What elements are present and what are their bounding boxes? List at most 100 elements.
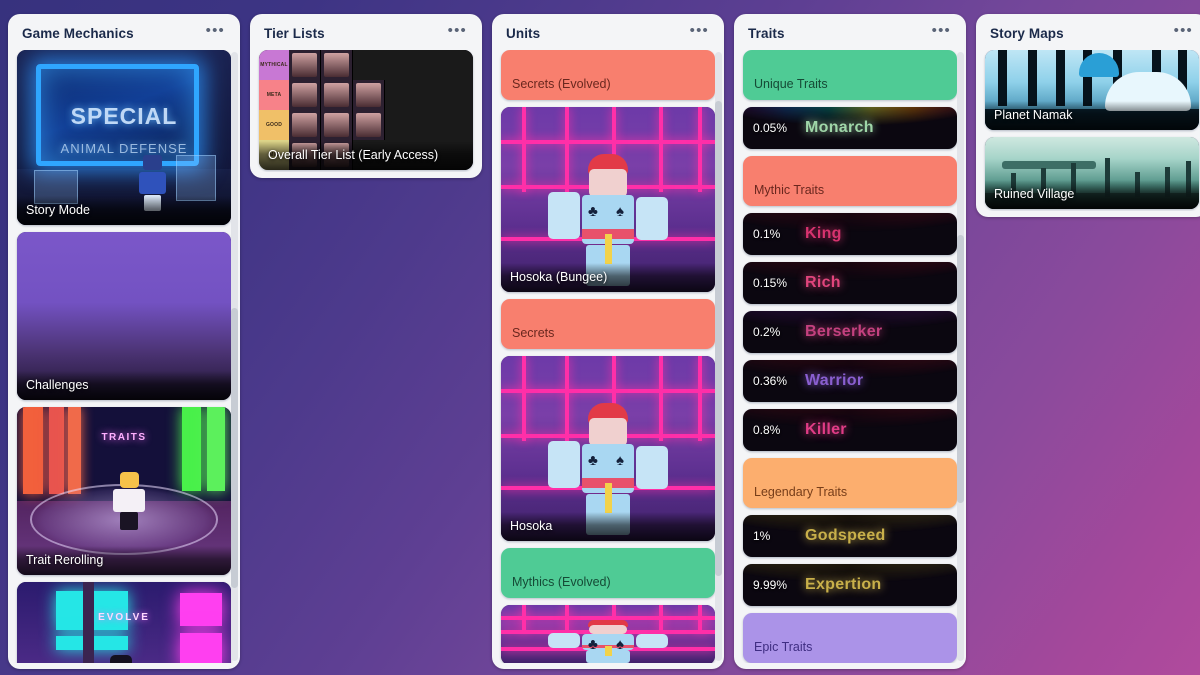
trait-percent: 0.2% xyxy=(753,325,781,339)
tier-row: META xyxy=(259,80,473,110)
board-column-tier-lists: Tier Lists ••• MYTHICALMETAGOODMIDOverall … xyxy=(250,14,482,178)
tier-row-label: META xyxy=(259,80,289,110)
trait-name: Killer xyxy=(805,421,847,438)
trait-percent: 0.36% xyxy=(753,374,788,388)
column-title: Game Mechanics xyxy=(22,25,134,41)
card-trait-monarch[interactable]: 0.05% Monarch xyxy=(743,107,957,149)
card-list: MYTHICALMETAGOODMIDOverall Tier List (Ea… xyxy=(259,50,473,170)
column-card-area: SPECIAL ANIMAL DEFENSE Story Mode Challenge… xyxy=(8,50,240,663)
trait-percent: 1% xyxy=(753,529,771,543)
card-planet-namak[interactable]: Planet Namak xyxy=(985,50,1199,130)
group-label: Secrets xyxy=(512,326,555,340)
column-scrollbar-thumb[interactable] xyxy=(715,100,722,576)
board-column-story-maps: Story Maps ••• Planet Namak Ruined Village xyxy=(976,14,1200,217)
board-column-traits: Traits ••• Unique Traits 0.05% Monarch Mythic… xyxy=(734,14,966,669)
column-title: Traits xyxy=(748,25,785,41)
card-story-mode[interactable]: SPECIAL ANIMAL DEFENSE Story Mode xyxy=(17,50,231,225)
tier-row-units xyxy=(289,50,473,80)
card-hosoka[interactable]: ♣ ♠ Hosoka xyxy=(501,356,715,541)
ellipsis-icon[interactable]: ••• xyxy=(687,23,712,41)
board-column-game-mechanics: Game Mechanics ••• SPECIAL ANIMAL DEFENSE St… xyxy=(8,14,240,669)
card-caption: Story Mode xyxy=(17,196,231,225)
card-group-mythics-evolved[interactable]: Mythics (Evolved) xyxy=(501,548,715,598)
card-trait-killer[interactable]: 0.8% Killer xyxy=(743,409,957,451)
trait-percent: 0.15% xyxy=(753,276,788,290)
trait-name: Expertion xyxy=(805,576,882,593)
card-group-unique-traits[interactable]: Unique Traits xyxy=(743,50,957,100)
tier-row-units xyxy=(289,110,473,140)
card-trait-king[interactable]: 0.1% King xyxy=(743,213,957,255)
card-group-mythic-traits[interactable]: Mythic Traits xyxy=(743,156,957,206)
column-scrollbar[interactable] xyxy=(715,52,722,661)
column-scrollbar-thumb[interactable] xyxy=(957,234,964,503)
card-list: Unique Traits 0.05% Monarch Mythic Traits 0.… xyxy=(743,50,957,663)
card-caption: Ruined Village xyxy=(985,180,1199,209)
tier-row-label: GOOD xyxy=(259,110,289,140)
tier-row-units xyxy=(289,80,473,110)
card-caption: Planet Namak xyxy=(985,101,1199,130)
card-media[interactable]: EVOLVE xyxy=(17,582,231,663)
trait-percent: 0.8% xyxy=(753,423,781,437)
board-column-units: Units ••• Secrets (Evolved) ♣ ♠ Hosoka (Bunge… xyxy=(492,14,724,669)
trait-name: Warrior xyxy=(805,372,864,389)
ellipsis-icon[interactable]: ••• xyxy=(203,23,228,41)
ellipsis-icon[interactable]: ••• xyxy=(445,23,470,41)
card-group-legendary-traits[interactable]: Legendary Traits xyxy=(743,458,957,508)
tier-row: MYTHICAL xyxy=(259,50,473,80)
column-title: Tier Lists xyxy=(264,25,325,41)
card-trait-godspeed[interactable]: 1% Godspeed xyxy=(743,515,957,557)
card-hosoka-bungee[interactable]: ♣ ♠ Hosoka (Bungee) xyxy=(501,107,715,292)
trait-name: Rich xyxy=(805,274,841,291)
card-ruined-village[interactable]: Ruined Village xyxy=(985,137,1199,209)
trait-percent: 0.1% xyxy=(753,227,781,241)
card-caption: Overall Tier List (Early Access) xyxy=(259,141,473,170)
ellipsis-icon[interactable]: ••• xyxy=(929,23,954,41)
ellipsis-icon[interactable]: ••• xyxy=(1171,23,1196,41)
hosoka-artwork: ♣ ♠ xyxy=(501,605,715,663)
column-title: Units xyxy=(506,25,541,41)
card-trait-expertion[interactable]: 9.99% Expertion xyxy=(743,564,957,606)
tier-row: GOOD xyxy=(259,110,473,140)
trait-name: Berserker xyxy=(805,323,883,340)
column-scrollbar[interactable] xyxy=(957,52,964,661)
column-card-area: Unique Traits 0.05% Monarch Mythic Traits 0.… xyxy=(734,50,966,663)
trait-name: Godspeed xyxy=(805,527,886,544)
column-scrollbar[interactable] xyxy=(231,52,238,661)
column-card-area: Planet Namak Ruined Village xyxy=(976,50,1200,211)
column-header: Story Maps ••• xyxy=(976,14,1200,50)
column-header: Tier Lists ••• xyxy=(250,14,482,50)
card-trait-rich[interactable]: 0.15% Rich xyxy=(743,262,957,304)
trait-name: Monarch xyxy=(805,119,874,136)
card-trait-rerolling[interactable]: TRAITS Trait Rerolling xyxy=(17,407,231,575)
trait-percent: 9.99% xyxy=(753,578,788,592)
trait-percent: 0.05% xyxy=(753,121,788,135)
group-label: Unique Traits xyxy=(754,77,828,91)
card-list: SPECIAL ANIMAL DEFENSE Story Mode Challenge… xyxy=(17,50,231,663)
trait-name: King xyxy=(805,225,842,242)
card-trait-warrior[interactable]: 0.36% Warrior xyxy=(743,360,957,402)
column-scrollbar-thumb[interactable] xyxy=(231,307,238,588)
card-group-epic-traits[interactable]: Epic Traits xyxy=(743,613,957,663)
column-title: Story Maps xyxy=(990,25,1064,41)
card-group-secrets-evolved[interactable]: Secrets (Evolved) xyxy=(501,50,715,100)
column-header: Game Mechanics ••• xyxy=(8,14,240,50)
card-trait-berserker[interactable]: 0.2% Berserker xyxy=(743,311,957,353)
column-header: Traits ••• xyxy=(734,14,966,50)
card-media[interactable]: ♣ ♠ xyxy=(501,605,715,663)
evolve-artwork: EVOLVE xyxy=(17,582,231,663)
group-label: Mythics (Evolved) xyxy=(512,575,611,589)
kanban-board: Game Mechanics ••• SPECIAL ANIMAL DEFENSE St… xyxy=(0,0,1200,675)
column-card-area: MYTHICALMETAGOODMIDOverall Tier List (Ea… xyxy=(250,50,482,172)
card-caption: Hosoka (Bungee) xyxy=(501,263,715,292)
group-label: Epic Traits xyxy=(754,640,813,654)
card-list: Secrets (Evolved) ♣ ♠ Hosoka (Bungee) Secret… xyxy=(501,50,715,663)
card-challenges[interactable]: Challenges xyxy=(17,232,231,400)
group-label: Mythic Traits xyxy=(754,183,825,197)
card-list: Planet Namak Ruined Village xyxy=(985,50,1199,209)
card-group-secrets[interactable]: Secrets xyxy=(501,299,715,349)
card-overall-tier-list-early-access[interactable]: MYTHICALMETAGOODMIDOverall Tier List (Ea… xyxy=(259,50,473,170)
column-header: Units ••• xyxy=(492,14,724,50)
group-label: Secrets (Evolved) xyxy=(512,77,611,91)
group-label: Legendary Traits xyxy=(754,485,848,499)
card-caption: Hosoka xyxy=(501,512,715,541)
